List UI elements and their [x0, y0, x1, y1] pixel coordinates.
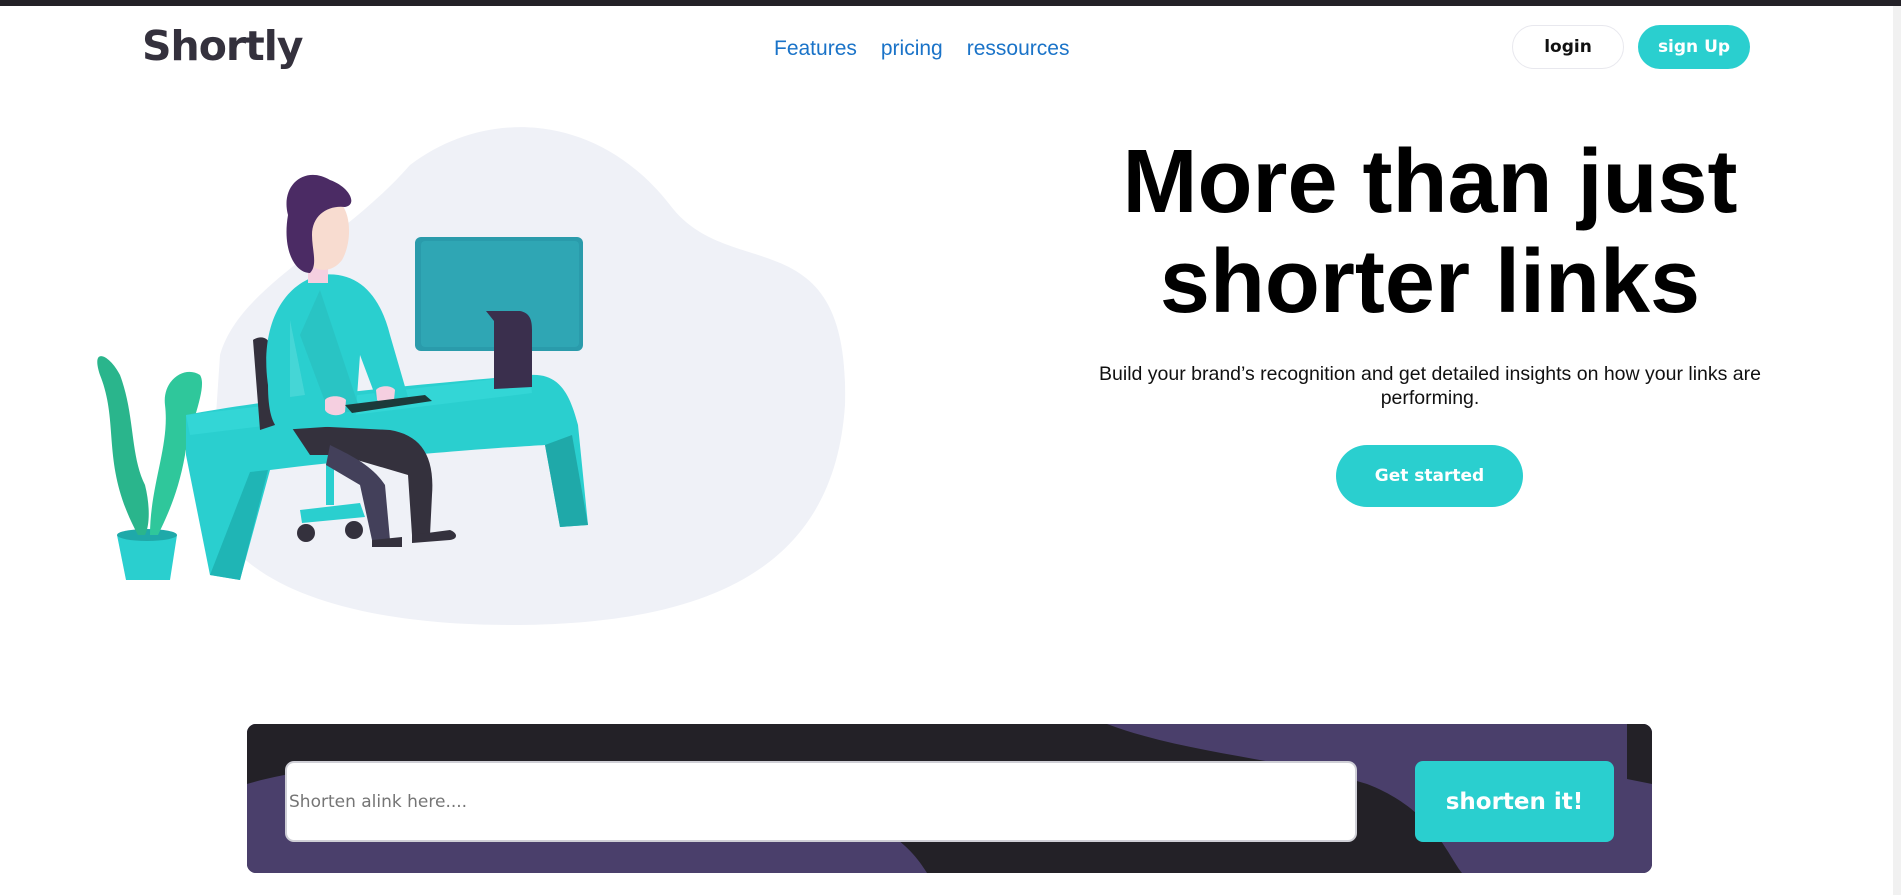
- get-started-button[interactable]: Get started: [1336, 445, 1523, 507]
- site-logo[interactable]: Shortly: [142, 22, 303, 70]
- login-button[interactable]: login: [1512, 25, 1624, 69]
- hero-title-line1: More than just: [1122, 132, 1738, 232]
- browser-top-strip: [0, 0, 1901, 6]
- hero-title: More than just shorter links: [1058, 132, 1802, 332]
- shorten-it-button[interactable]: shorten it!: [1415, 761, 1614, 842]
- hero-text: More than just shorter links Build your …: [1058, 132, 1802, 410]
- hero-subtitle: Build your brand’s recognition and get d…: [1099, 363, 1761, 409]
- shorten-link-form: shorten it!: [247, 724, 1652, 873]
- nav-link-ressources[interactable]: ressources: [967, 37, 1070, 61]
- hero-title-line2: shorter links: [1159, 232, 1701, 332]
- person-working-illustration-icon: [90, 125, 850, 635]
- main-nav: Features pricing ressources: [774, 37, 1069, 61]
- signup-button[interactable]: sign Up: [1638, 25, 1750, 69]
- page-scrollbar[interactable]: [1893, 6, 1901, 895]
- nav-link-pricing[interactable]: pricing: [881, 37, 943, 61]
- shorten-link-input[interactable]: [285, 761, 1357, 842]
- nav-link-features[interactable]: Features: [774, 37, 857, 61]
